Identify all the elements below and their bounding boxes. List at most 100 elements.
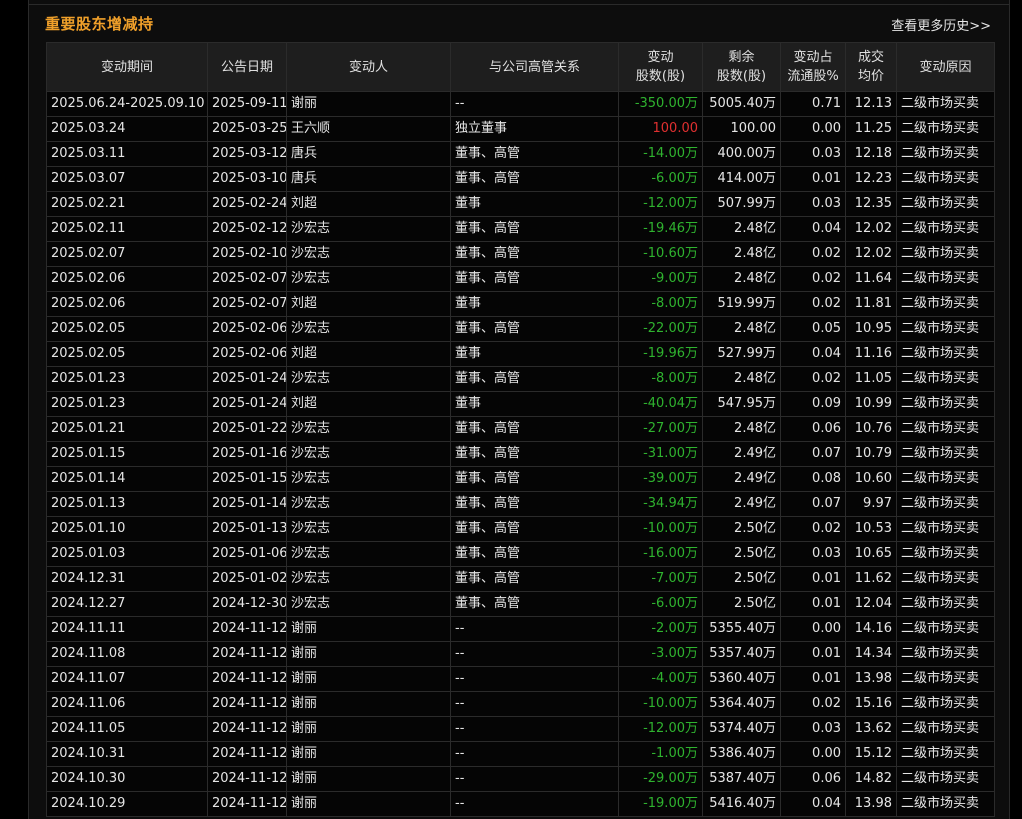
cell-period: 2024.10.29 — [46, 791, 208, 817]
cell-remaining-shares: 2.50亿 — [702, 591, 781, 617]
cell-announce-date: 2025-09-11 — [207, 91, 287, 117]
cell-announce-date: 2025-01-02 — [207, 566, 287, 592]
table-row: 2025.01.13 2025-01-14 沙宏志 董事、高管 -34.94万 2.49亿… — [46, 491, 995, 517]
cell-avg-price: 11.05 — [845, 366, 897, 392]
cell-person: 沙宏志 — [286, 541, 451, 567]
cell-relationship: -- — [450, 766, 619, 792]
header-label: 剩余 — [728, 50, 755, 65]
cell-reason: 二级市场买卖 — [896, 416, 995, 442]
cell-announce-date: 2025-02-06 — [207, 341, 287, 367]
cell-period: 2025.01.15 — [46, 441, 208, 467]
cell-remaining-shares: 414.00万 — [702, 166, 781, 192]
cell-reason: 二级市场买卖 — [896, 316, 995, 342]
cell-remaining-shares: 100.00 — [702, 116, 781, 142]
cell-remaining-shares: 5386.40万 — [702, 741, 781, 767]
cell-avg-price: 15.12 — [845, 741, 897, 767]
cell-change-shares: -27.00万 — [618, 416, 703, 442]
cell-relationship: 董事、高管 — [450, 566, 619, 592]
cell-relationship: 董事、高管 — [450, 266, 619, 292]
cell-period: 2024.10.30 — [46, 766, 208, 792]
cell-period: 2025.03.24 — [46, 116, 208, 142]
cell-change-ratio: 0.03 — [780, 141, 846, 167]
cell-announce-date: 2025-03-12 — [207, 141, 287, 167]
cell-announce-date: 2025-01-13 — [207, 516, 287, 542]
table-row: 2025.03.11 2025-03-12 唐兵 董事、高管 -14.00万 400.00… — [46, 141, 995, 167]
cell-announce-date: 2025-03-10 — [207, 166, 287, 192]
view-more-history-link[interactable]: 查看更多历史>> — [891, 15, 991, 34]
col-remaining-shares: 剩余 股数(股) — [702, 42, 781, 92]
cell-relationship: 董事、高管 — [450, 516, 619, 542]
cell-announce-date: 2024-11-12 — [207, 666, 287, 692]
cell-remaining-shares: 2.48亿 — [702, 216, 781, 242]
cell-change-shares: 100.00 — [618, 116, 703, 142]
col-announce-date: 公告日期 — [207, 42, 287, 92]
cell-period: 2024.11.05 — [46, 716, 208, 742]
cell-announce-date: 2025-01-24 — [207, 391, 287, 417]
cell-relationship: -- — [450, 741, 619, 767]
cell-relationship: 董事、高管 — [450, 591, 619, 617]
col-person: 变动人 — [286, 42, 451, 92]
cell-announce-date: 2025-02-10 — [207, 241, 287, 267]
cell-remaining-shares: 5355.40万 — [702, 616, 781, 642]
cell-remaining-shares: 2.49亿 — [702, 441, 781, 467]
cell-person: 沙宏志 — [286, 416, 451, 442]
cell-relationship: 董事、高管 — [450, 416, 619, 442]
cell-relationship: 董事、高管 — [450, 166, 619, 192]
cell-change-ratio: 0.08 — [780, 466, 846, 492]
cell-period: 2025.02.05 — [46, 341, 208, 367]
shareholder-change-panel: 重要股东增减持 查看更多历史>> 变动期间 公告日期 变动人 与公司高管关系 变动 股数(… — [28, 0, 1010, 819]
cell-change-ratio: 0.02 — [780, 241, 846, 267]
cell-change-ratio: 0.01 — [780, 666, 846, 692]
cell-person: 沙宏志 — [286, 441, 451, 467]
cell-announce-date: 2024-11-12 — [207, 716, 287, 742]
cell-change-ratio: 0.01 — [780, 591, 846, 617]
cell-period: 2024.11.07 — [46, 666, 208, 692]
cell-relationship: 董事 — [450, 291, 619, 317]
cell-change-shares: -19.00万 — [618, 791, 703, 817]
cell-change-shares: -19.46万 — [618, 216, 703, 242]
cell-remaining-shares: 5364.40万 — [702, 691, 781, 717]
cell-change-shares: -4.00万 — [618, 666, 703, 692]
cell-reason: 二级市场买卖 — [896, 341, 995, 367]
cell-avg-price: 10.95 — [845, 316, 897, 342]
shareholder-change-table: 变动期间 公告日期 变动人 与公司高管关系 变动 股数(股) 剩余 股数(股) 变动占 流通股% 成… — [46, 42, 995, 817]
panel-header: 重要股东增减持 查看更多历史>> — [45, 12, 993, 38]
cell-remaining-shares: 527.99万 — [702, 341, 781, 367]
cell-avg-price: 11.25 — [845, 116, 897, 142]
cell-period: 2024.11.08 — [46, 641, 208, 667]
cell-period: 2024.10.31 — [46, 741, 208, 767]
table-row: 2025.01.10 2025-01-13 沙宏志 董事、高管 -10.00万 2.50亿… — [46, 516, 995, 542]
cell-remaining-shares: 2.50亿 — [702, 516, 781, 542]
cell-period: 2025.02.05 — [46, 316, 208, 342]
cell-change-shares: -16.00万 — [618, 541, 703, 567]
table-row: 2025.01.21 2025-01-22 沙宏志 董事、高管 -27.00万 2.48亿… — [46, 416, 995, 442]
cell-change-ratio: 0.06 — [780, 766, 846, 792]
header-label: 变动人 — [348, 59, 388, 75]
cell-change-ratio: 0.04 — [780, 341, 846, 367]
cell-avg-price: 12.02 — [845, 216, 897, 242]
cell-period: 2025.01.10 — [46, 516, 208, 542]
cell-period: 2025.02.21 — [46, 191, 208, 217]
cell-period: 2025.02.06 — [46, 266, 208, 292]
cell-person: 王六顺 — [286, 116, 451, 142]
cell-period: 2025.01.13 — [46, 491, 208, 517]
cell-announce-date: 2024-11-12 — [207, 691, 287, 717]
cell-change-ratio: 0.04 — [780, 791, 846, 817]
cell-avg-price: 12.35 — [845, 191, 897, 217]
cell-change-shares: -22.00万 — [618, 316, 703, 342]
cell-change-ratio: 0.02 — [780, 366, 846, 392]
cell-reason: 二级市场买卖 — [896, 466, 995, 492]
table-row: 2024.10.29 2024-11-12 谢丽 -- -19.00万 5416.40万 0… — [46, 791, 995, 817]
cell-period: 2025.03.07 — [46, 166, 208, 192]
cell-remaining-shares: 5005.40万 — [702, 91, 781, 117]
cell-remaining-shares: 5360.40万 — [702, 666, 781, 692]
cell-avg-price: 12.23 — [845, 166, 897, 192]
cell-person: 谢丽 — [286, 666, 451, 692]
cell-remaining-shares: 507.99万 — [702, 191, 781, 217]
cell-person: 刘超 — [286, 341, 451, 367]
cell-change-shares: -8.00万 — [618, 366, 703, 392]
cell-person: 沙宏志 — [286, 466, 451, 492]
cell-change-ratio: 0.02 — [780, 266, 846, 292]
cell-reason: 二级市场买卖 — [896, 741, 995, 767]
cell-change-ratio: 0.01 — [780, 166, 846, 192]
